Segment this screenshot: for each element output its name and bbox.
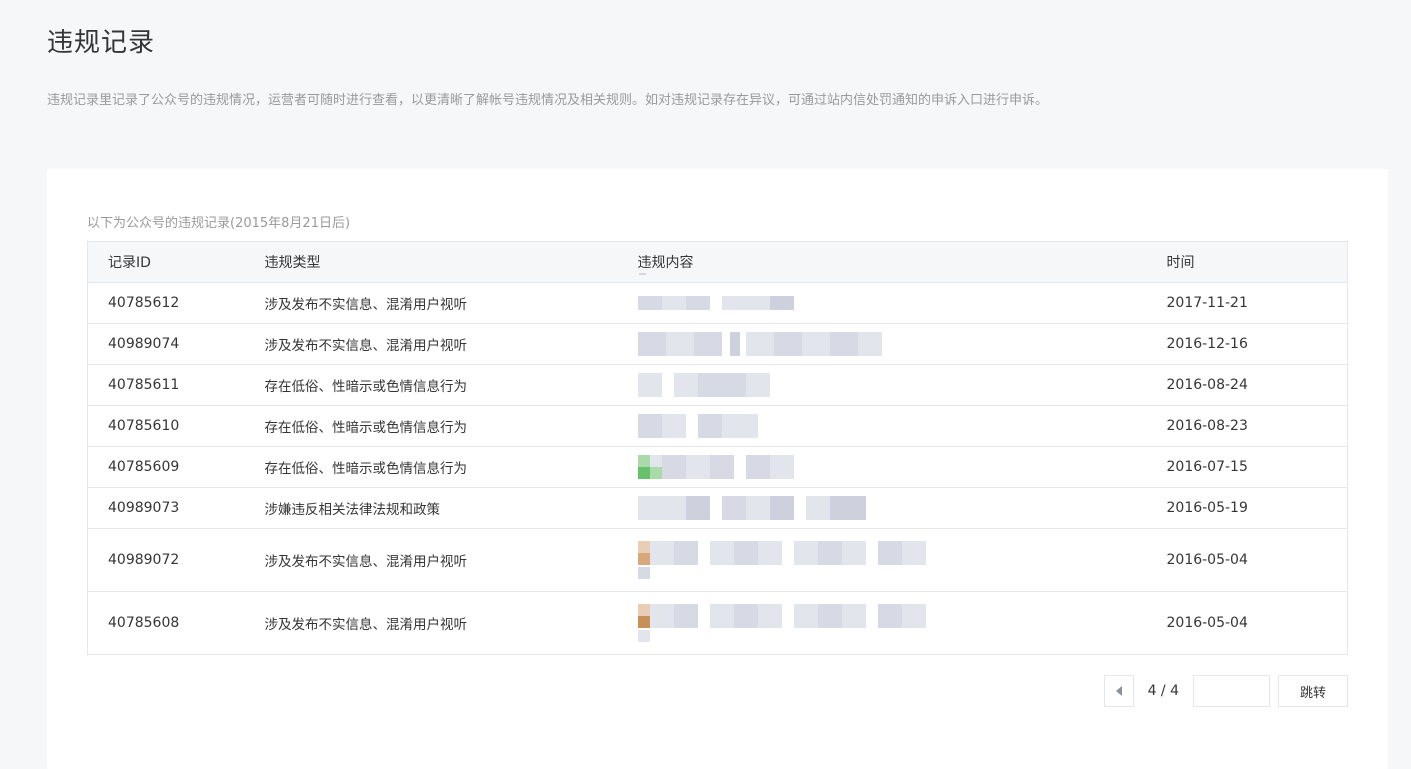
records-card: 以下为公众号的违规记录(2015年8月21日后) 记录ID 违规类型 违规内容 …	[47, 169, 1388, 769]
time-cell: 2016-08-23	[1146, 405, 1348, 447]
table-row: 40785608 涉及发布不实信息、混淆用户视听 2016-05-04	[87, 591, 1348, 655]
time-cell: 2016-07-15	[1146, 446, 1348, 488]
table-row: 40785611 存在低俗、性暗示或色情信息行为 2016-08-24	[87, 364, 1348, 406]
violation-content-cell	[617, 528, 1147, 592]
record-id-cell: 40785609	[87, 446, 245, 488]
blurred-content	[637, 455, 1147, 479]
header-violation-content: 违规内容	[618, 242, 1147, 283]
table-row: 40989073 涉嫌违反相关法律法规和政策 2016-05-19	[87, 487, 1348, 529]
record-id-cell: 40989073	[87, 487, 245, 529]
violation-content-cell	[617, 405, 1147, 447]
violation-content-cell	[617, 591, 1147, 655]
blurred-content	[637, 296, 1147, 310]
blurred-content	[637, 604, 1147, 642]
blurred-content	[637, 332, 1147, 356]
violation-type-cell: 涉及发布不实信息、混淆用户视听	[244, 323, 618, 365]
violation-content-cell	[617, 364, 1147, 406]
record-id-cell: 40785608	[87, 591, 245, 655]
page-description: 违规记录里记录了公众号的违规情况，运营者可随时进行查看，以更清晰了解帐号违规情况…	[47, 93, 1049, 108]
time-cell: 2016-05-04	[1146, 591, 1348, 655]
violation-records-table: 记录ID 违规类型 违规内容 时间 40785612 涉及发布不实信息、混淆用户…	[87, 241, 1348, 655]
blurred-content	[637, 541, 1147, 579]
blurred-content	[637, 496, 1147, 520]
pagination: 4 / 4 跳转	[1103, 675, 1348, 707]
table-row: 40785609 存在低俗、性暗示或色情信息行为 2016-07-15	[87, 446, 1348, 488]
violation-type-cell: 存在低俗、性暗示或色情信息行为	[244, 405, 618, 447]
header-violation-content-label: 违规内容	[637, 255, 694, 271]
record-id-cell: 40785611	[87, 364, 245, 406]
blurred-content	[637, 373, 1147, 397]
header-time: 时间	[1166, 255, 1195, 271]
violation-content-cell	[617, 282, 1147, 324]
page-indicator: 4 / 4	[1147, 683, 1179, 699]
prev-page-button[interactable]	[1103, 675, 1134, 707]
violation-content-cell	[617, 446, 1147, 488]
table-row: 40989072 涉及发布不实信息、混淆用户视听 2016-05-04	[87, 528, 1348, 592]
time-cell: 2016-12-16	[1146, 323, 1348, 365]
violation-type-cell: 存在低俗、性暗示或色情信息行为	[244, 364, 618, 406]
table-row: 40785610 存在低俗、性暗示或色情信息行为 2016-08-23	[87, 405, 1348, 447]
time-cell: 2016-08-24	[1146, 364, 1348, 406]
table-row: 40785612 涉及发布不实信息、混淆用户视听 2017-11-21	[87, 282, 1348, 324]
table-row: 40989074 涉及发布不实信息、混淆用户视听 2016-12-16	[87, 323, 1348, 365]
records-caption: 以下为公众号的违规记录(2015年8月21日后)	[87, 216, 351, 231]
header-record-id: 记录ID	[108, 255, 151, 271]
header-violation-type: 违规类型	[264, 255, 321, 271]
triangle-left-icon	[1115, 686, 1122, 696]
page-jump-input[interactable]	[1193, 675, 1270, 707]
violation-type-cell: 涉及发布不实信息、混淆用户视听	[244, 528, 618, 592]
record-id-cell: 40785610	[87, 405, 245, 447]
record-id-cell: 40989074	[87, 323, 245, 365]
page-title: 违规记录	[47, 28, 156, 58]
violation-type-cell: 涉嫌违反相关法律法规和政策	[244, 487, 618, 529]
violation-type-cell: 涉及发布不实信息、混淆用户视听	[244, 591, 618, 655]
jump-button[interactable]: 跳转	[1278, 675, 1348, 707]
time-cell: 2017-11-21	[1146, 282, 1348, 324]
violation-type-cell: 涉及发布不实信息、混淆用户视听	[244, 282, 618, 324]
violation-content-cell	[617, 323, 1147, 365]
time-cell: 2016-05-04	[1146, 528, 1348, 592]
violation-type-cell: 存在低俗、性暗示或色情信息行为	[244, 446, 618, 488]
time-cell: 2016-05-19	[1146, 487, 1348, 529]
blurred-content	[637, 414, 1147, 438]
table-header-row: 记录ID 违规类型 违规内容 时间	[87, 241, 1348, 283]
record-id-cell: 40989072	[87, 528, 245, 592]
record-id-cell: 40785612	[87, 282, 245, 324]
violation-content-cell	[617, 487, 1147, 529]
